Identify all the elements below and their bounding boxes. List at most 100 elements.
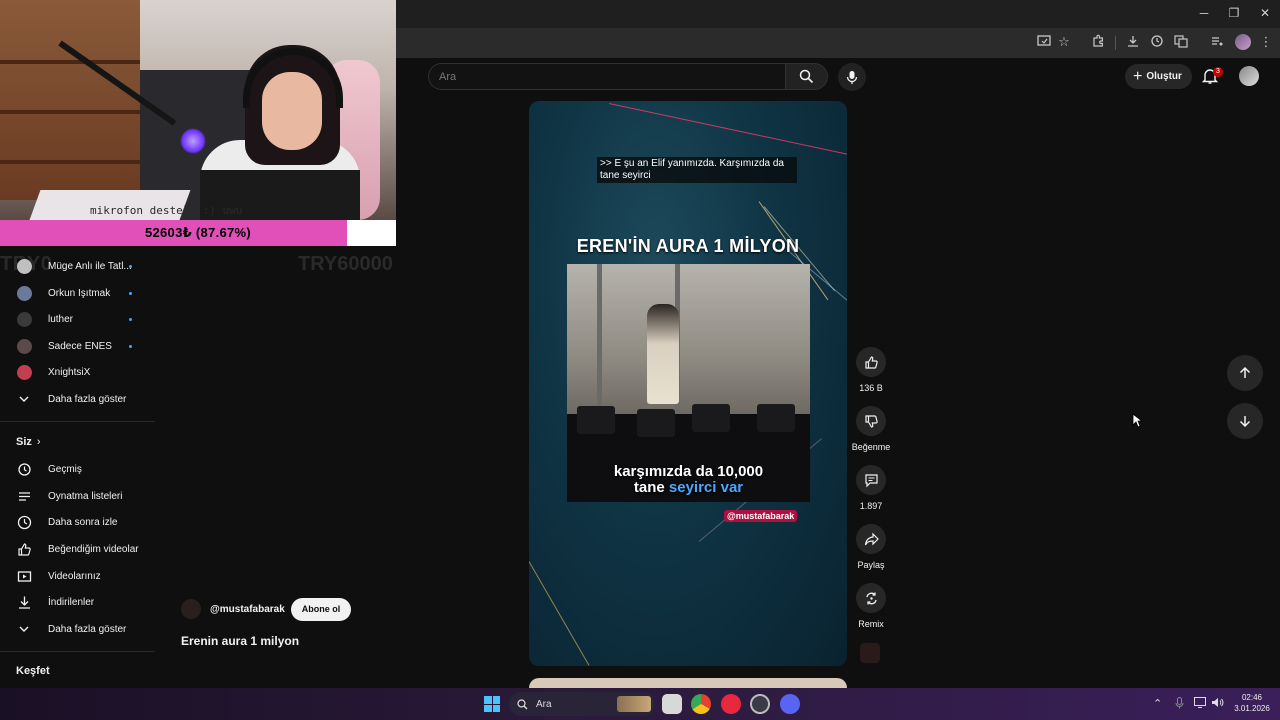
search-box <box>428 63 786 90</box>
next-short-button[interactable] <box>1227 403 1263 439</box>
search-icon <box>517 698 528 709</box>
dislike-action[interactable]: Beğenme <box>851 406 891 452</box>
comments-action[interactable]: 1.897 <box>851 465 891 511</box>
webcam-caption: mikrofon desteği :) uwu <box>90 204 243 217</box>
remix-label: Remix <box>858 619 884 629</box>
microphone-tray-icon[interactable] <box>1175 697 1184 712</box>
arrow-down-icon <box>1239 416 1251 428</box>
search-highlight-image <box>617 696 651 712</box>
channel-name: Orkun Işıtmak <box>48 287 111 299</box>
stage-speaker <box>757 404 795 432</box>
minimize-button[interactable]: ─ <box>1189 6 1219 20</box>
clock-date: 3.01.2026 <box>1234 704 1270 713</box>
clip-subtitle: karşımızda da 10,000 tane seyirci var <box>613 463 764 496</box>
like-action[interactable]: 136 B <box>851 347 891 393</box>
comment-icon <box>864 473 878 487</box>
sidebar-subscription-item[interactable]: Müge Anlı ile Tatl... <box>0 253 155 279</box>
subscribe-button[interactable]: Abone ol <box>290 597 352 621</box>
microphone-light <box>180 128 206 154</box>
recording-app-taskbar-icon[interactable] <box>721 694 741 714</box>
share-action[interactable]: Paylaş <box>851 524 891 570</box>
chrome-taskbar-icon[interactable] <box>691 694 711 714</box>
chevron-down-icon <box>16 621 32 637</box>
create-button[interactable]: + Oluştur <box>1125 64 1192 89</box>
search-icon <box>799 69 814 84</box>
channel-name: Müge Anlı ile Tatl... <box>48 260 132 272</box>
search-button[interactable] <box>786 63 828 90</box>
stage-speaker <box>577 406 615 434</box>
tray-overflow-icon[interactable]: ⌃ <box>1153 697 1162 710</box>
discord-taskbar-icon[interactable] <box>780 694 800 714</box>
sidebar-item-liked-videos[interactable]: Beğendiğim videolar <box>0 536 155 562</box>
sidebar-item-downloads[interactable]: İndirilenler <box>0 589 155 615</box>
channel-avatar <box>16 311 32 327</box>
account-avatar[interactable] <box>1239 66 1259 86</box>
plus-icon: + <box>1133 67 1143 85</box>
volume-tray-icon[interactable] <box>1211 697 1224 711</box>
search-input[interactable] <box>439 64 769 89</box>
download-icon[interactable] <box>1125 34 1141 50</box>
sidebar-item-your-videos[interactable]: Videolarınız <box>0 563 155 589</box>
webcam-overlay: mikrofon desteği :) uwu <box>0 0 396 220</box>
sidebar-item-playlists[interactable]: Oynatma listeleri <box>0 483 155 509</box>
display-tray-icon[interactable] <box>1194 697 1206 711</box>
extensions-icon[interactable] <box>1090 34 1106 50</box>
like-icon <box>16 541 32 557</box>
new-content-dot <box>129 317 132 321</box>
obs-taskbar-icon[interactable] <box>750 694 770 714</box>
channel-thumbnail[interactable] <box>860 643 880 663</box>
cast-icon[interactable] <box>1036 34 1052 50</box>
sidebar-subscription-item[interactable]: luther <box>0 306 155 332</box>
sidebar: Müge Anlı ile Tatl... Orkun Işıtmak luth… <box>0 250 155 688</box>
thumbs-down-icon <box>864 414 878 428</box>
translate-icon[interactable] <box>1173 34 1189 50</box>
donation-goal-bar: 52603₺ (87.67%) <box>0 220 396 246</box>
channel-name: XnightsiX <box>48 366 91 378</box>
new-content-dot <box>129 291 132 295</box>
bookshelf <box>0 0 140 200</box>
donation-amount-text: 52603₺ (87.67%) <box>144 225 252 240</box>
new-content-dot <box>129 264 132 268</box>
share-icon <box>864 532 879 545</box>
arrow-up-icon <box>1239 366 1251 378</box>
remix-icon <box>865 592 877 604</box>
sidebar-subscription-item[interactable]: Orkun Işıtmak <box>0 280 155 306</box>
taskbar-search[interactable]: Ara <box>509 692 655 716</box>
new-content-dot <box>129 344 132 348</box>
windows-start-icon[interactable] <box>484 696 500 712</box>
short-title: Erenin aura 1 milyon <box>181 634 300 648</box>
file-explorer-taskbar-icon[interactable] <box>662 694 682 714</box>
thumbs-up-icon <box>864 355 878 369</box>
remix-action[interactable]: Remix <box>851 583 891 629</box>
previous-short-button[interactable] <box>1227 355 1263 391</box>
sidebar-item-watch-later[interactable]: Daha sonra izle <box>0 509 155 535</box>
stage-speaker <box>692 404 730 432</box>
sidebar-item-history[interactable]: Geçmiş <box>0 456 155 482</box>
channel-avatar[interactable] <box>181 599 201 619</box>
restore-button[interactable]: ❐ <box>1219 6 1249 20</box>
channel-avatar <box>16 285 32 301</box>
performer <box>647 304 679 404</box>
creator-handle-tag: @mustafabarak <box>724 510 798 522</box>
browser-profile-icon[interactable] <box>1235 34 1251 50</box>
short-video-player[interactable]: >> E şu an Elif yanımızda. Karşımızda da… <box>529 101 847 666</box>
history-toolbar-icon[interactable] <box>1149 34 1165 50</box>
comment-count: 1.897 <box>859 501 883 511</box>
channel-handle[interactable]: @mustafabarak <box>210 604 285 615</box>
stage-truss <box>597 264 602 414</box>
channel-name: Sadece ENES <box>48 340 112 352</box>
show-more-subscriptions[interactable]: Daha fazla göster <box>0 386 155 412</box>
channel-avatar <box>16 338 32 354</box>
show-more-you[interactable]: Daha fazla göster <box>0 616 155 642</box>
voice-search-button[interactable] <box>838 63 866 91</box>
dislike-label: Beğenme <box>851 442 891 452</box>
media-control-icon[interactable] <box>1209 34 1225 50</box>
taskbar-clock[interactable]: 02:46 3.01.2026 <box>1230 692 1274 714</box>
sidebar-subscription-item[interactable]: XnightsiX <box>0 359 155 385</box>
sidebar-subscription-item[interactable]: Sadece ENES <box>0 333 155 359</box>
close-window-button[interactable]: ✕ <box>1250 6 1280 20</box>
share-label: Paylaş <box>857 560 885 570</box>
browser-menu-icon[interactable]: ⋮ <box>1258 34 1274 50</box>
bookmark-star-icon[interactable]: ☆ <box>1056 34 1072 50</box>
you-section-heading[interactable]: Siz › <box>16 436 41 448</box>
